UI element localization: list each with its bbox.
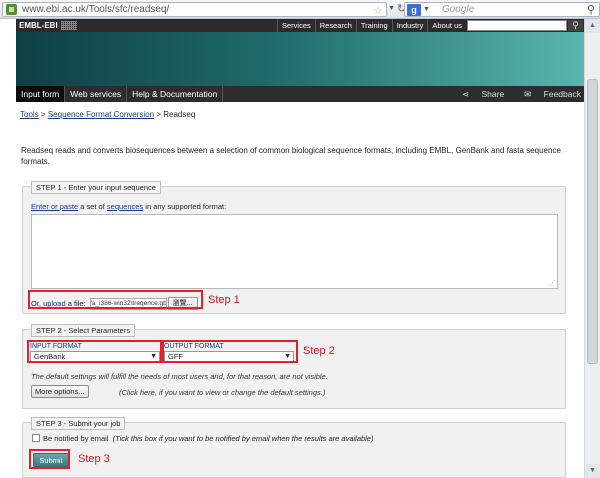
tab-web-services[interactable]: Web services xyxy=(65,86,128,102)
breadcrumb-current: Readseq xyxy=(163,110,196,119)
subnav-actions: ⋖ Share ✉ Feedback xyxy=(442,86,581,102)
breadcrumb-tools[interactable]: Tools xyxy=(20,110,39,119)
ebi-header-bar: EMBL-EBI Services Research Training Indu… xyxy=(16,19,584,32)
url-text: www.ebi.ac.uk/Tools/sfc/readseq/ xyxy=(22,4,170,15)
share-label: Share xyxy=(481,88,505,99)
sequence-instructions: Enter or paste a set of sequences in any… xyxy=(31,202,226,211)
notify-email-row: Be notified by email (Tick this box if y… xyxy=(43,434,374,443)
browser-toolbar: www.ebi.ac.uk/Tools/sfc/readseq/ ☆ ▼ ↻ g… xyxy=(0,0,600,19)
ebi-search-input[interactable] xyxy=(467,20,567,31)
address-bar[interactable]: www.ebi.ac.uk/Tools/sfc/readseq/ ☆ xyxy=(2,2,387,17)
step3-fieldset: STEP 3 - Submit your job Be notified by … xyxy=(22,417,566,478)
bookmark-star-icon[interactable]: ☆ xyxy=(373,4,383,17)
nav-training[interactable]: Training xyxy=(355,19,392,32)
nav-about-us[interactable]: About us xyxy=(427,19,466,32)
notify-email-hint: (Tick this box if you want to be notifie… xyxy=(112,434,374,443)
ebi-search-button[interactable]: ⚲ xyxy=(568,20,583,31)
step2-legend: STEP 2 - Select Parameters xyxy=(31,324,136,337)
enter-or-paste-link[interactable]: Enter or paste xyxy=(31,202,78,211)
notify-email-label[interactable]: Be notified by email xyxy=(43,434,108,443)
more-options-button[interactable]: More options... xyxy=(31,385,89,398)
ebi-global-nav: Services Research Training Industry Abou… xyxy=(277,19,466,32)
page-scrollbar[interactable]: ▲ ▼ xyxy=(584,19,600,478)
sequence-textarea[interactable]: ⋰ xyxy=(31,214,558,289)
a-set-of-text: a set of xyxy=(80,202,105,211)
search-engine-dropdown-icon[interactable]: ▼ xyxy=(423,6,430,13)
step1-highlight-box xyxy=(28,290,203,309)
search-icon: ⚲ xyxy=(572,20,579,30)
supported-format-text: in any supported format: xyxy=(145,202,227,211)
url-dropdown-icon[interactable]: ▼ xyxy=(388,5,395,12)
submit-highlight-box xyxy=(29,449,70,469)
default-settings-note: The default settings will fulfill the ne… xyxy=(31,372,328,381)
ebi-logo[interactable]: EMBL-EBI xyxy=(19,20,77,31)
search-engine-icon[interactable]: g xyxy=(407,3,421,16)
tool-description: Readseq reads and converts biosequences … xyxy=(21,146,561,166)
step3-legend: STEP 3 - Submit your job xyxy=(31,417,126,430)
nav-services[interactable]: Services xyxy=(277,19,315,32)
more-options-hint: (Click here, if you want to view or chan… xyxy=(119,388,326,397)
feedback-link[interactable]: ✉ Feedback xyxy=(514,89,581,100)
input-format-highlight-box xyxy=(27,340,162,363)
breadcrumb-separator: > xyxy=(40,110,46,119)
browser-search-input[interactable]: g ▼ Google ⚲ xyxy=(404,2,600,17)
scroll-down-icon[interactable]: ▼ xyxy=(585,464,600,478)
search-magnifier-icon[interactable]: ⚲ xyxy=(587,3,595,16)
share-link[interactable]: ⋖ Share xyxy=(452,89,504,100)
site-favicon-icon xyxy=(6,4,17,15)
nav-industry[interactable]: Industry xyxy=(391,19,428,32)
tool-subnav: Input form Web services Help & Documenta… xyxy=(16,86,584,102)
breadcrumb-separator: > xyxy=(156,110,162,119)
scroll-thumb[interactable] xyxy=(587,79,598,364)
breadcrumb-sfc[interactable]: Sequence Format Conversion xyxy=(48,110,154,119)
step3-annotation: Step 3 xyxy=(78,453,110,465)
tab-help-documentation[interactable]: Help & Documentation xyxy=(127,86,224,102)
scroll-up-icon[interactable]: ▲ xyxy=(585,19,600,33)
step1-legend: STEP 1 - Enter your input sequence xyxy=(31,181,161,194)
step2-annotation: Step 2 xyxy=(303,345,335,357)
feedback-label: Feedback xyxy=(543,88,581,99)
output-format-highlight-box xyxy=(162,340,298,363)
search-placeholder: Google xyxy=(441,4,475,15)
notify-email-checkbox[interactable] xyxy=(32,434,40,442)
step1-annotation: Step 1 xyxy=(208,294,240,306)
ebi-logo-text: EMBL-EBI xyxy=(19,21,58,30)
resize-handle-icon[interactable]: ⋰ xyxy=(549,279,556,287)
nav-research[interactable]: Research xyxy=(314,19,356,32)
feedback-icon: ✉ xyxy=(524,88,534,99)
ebi-logo-icon xyxy=(60,21,77,30)
sequences-link[interactable]: sequences xyxy=(107,202,143,211)
hero-banner xyxy=(16,32,584,86)
tab-input-form[interactable]: Input form xyxy=(16,86,66,102)
share-icon: ⋖ xyxy=(462,88,472,99)
breadcrumb: Tools > Sequence Format Conversion > Rea… xyxy=(20,110,195,119)
